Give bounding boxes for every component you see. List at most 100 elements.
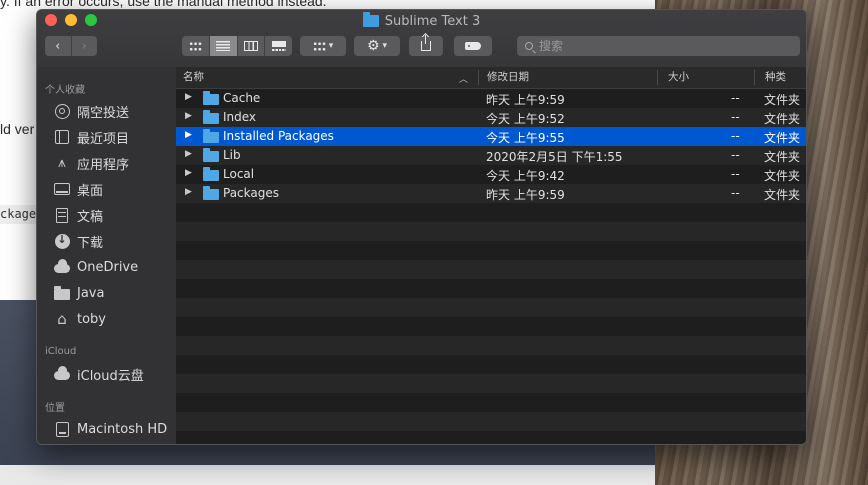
disclosure-triangle-icon[interactable]: ▶ bbox=[185, 130, 192, 140]
folder-icon bbox=[203, 110, 219, 124]
table-row[interactable]: ▶ Cache 昨天 上午9:59 -- 文件夹 bbox=[176, 89, 806, 108]
column-divider[interactable] bbox=[754, 70, 755, 85]
table-row[interactable]: ▶ Packages 昨天 上午9:59 -- 文件夹 bbox=[176, 184, 806, 203]
sidebar-item-onedrive[interactable]: OneDrive bbox=[53, 256, 173, 278]
sidebar-item-airdrop[interactable]: 隔空投送 bbox=[53, 100, 173, 122]
recents-icon bbox=[55, 130, 69, 144]
gallery-view-button[interactable] bbox=[264, 36, 292, 56]
column-divider[interactable] bbox=[657, 70, 658, 85]
sidebar-item-java[interactable]: Java bbox=[53, 282, 173, 304]
tags-button[interactable] bbox=[454, 36, 492, 56]
empty-row bbox=[176, 241, 806, 260]
column-divider[interactable] bbox=[478, 70, 479, 85]
file-modified: 2020年2月5日 下午1:55 bbox=[486, 150, 623, 164]
file-size: -- bbox=[731, 91, 740, 105]
table-row[interactable]: ▶ Lib 2020年2月5日 下午1:55 -- 文件夹 bbox=[176, 146, 806, 165]
file-name: Index bbox=[223, 110, 257, 124]
table-row[interactable]: ▶ Installed Packages 今天 上午9:55 -- 文件夹 bbox=[176, 127, 806, 146]
empty-row bbox=[176, 412, 806, 431]
chevron-down-icon: ▾ bbox=[328, 41, 334, 51]
sidebar-item-label: 桌面 bbox=[77, 183, 104, 199]
sidebar-item-home[interactable]: ⌂ toby bbox=[53, 308, 173, 330]
applications-icon: ⩚ bbox=[58, 155, 66, 171]
chevron-down-icon: ▾ bbox=[382, 41, 388, 51]
sidebar-item-recents[interactable]: 最近项目 bbox=[53, 126, 173, 148]
sidebar-item-label: OneDrive bbox=[77, 259, 139, 275]
desktop-icon bbox=[54, 183, 70, 195]
sidebar-item-applications[interactable]: ⩚ 应用程序 bbox=[53, 152, 173, 174]
forward-button[interactable]: › bbox=[70, 36, 98, 56]
file-size: -- bbox=[731, 148, 740, 162]
icon-view-button[interactable] bbox=[182, 36, 209, 56]
disclosure-triangle-icon[interactable]: ▶ bbox=[185, 149, 192, 159]
file-size: -- bbox=[731, 110, 740, 124]
network-icon bbox=[54, 443, 70, 444]
sidebar-section-locations: 位置 bbox=[45, 403, 65, 414]
list-view-button[interactable] bbox=[208, 36, 237, 56]
empty-row bbox=[176, 298, 806, 317]
folder-icon bbox=[203, 129, 219, 143]
disclosure-triangle-icon[interactable]: ▶ bbox=[185, 92, 192, 102]
documents-icon bbox=[56, 207, 68, 223]
file-kind: 文件夹 bbox=[764, 188, 801, 202]
sidebar-item-label: 网络 bbox=[77, 442, 103, 445]
file-kind: 文件夹 bbox=[764, 150, 801, 164]
disclosure-triangle-icon[interactable]: ▶ bbox=[185, 111, 192, 121]
column-view-icon bbox=[243, 41, 258, 51]
sidebar-item-macintosh-hd[interactable]: Macintosh HD bbox=[53, 418, 173, 440]
background-text-line: ld ver bbox=[0, 121, 35, 137]
tag-icon bbox=[465, 42, 481, 50]
sidebar-item-desktop[interactable]: 桌面 bbox=[53, 178, 173, 200]
share-button[interactable] bbox=[409, 35, 443, 56]
file-name: Cache bbox=[223, 91, 261, 105]
sidebar-item-label: iCloud云盘 bbox=[77, 368, 144, 384]
folder-icon bbox=[54, 285, 70, 300]
empty-row bbox=[176, 355, 806, 374]
folder-icon bbox=[203, 167, 219, 181]
empty-row bbox=[176, 336, 806, 355]
folder-icon bbox=[203, 91, 219, 105]
empty-row bbox=[176, 222, 806, 241]
file-name: Local bbox=[223, 167, 255, 181]
column-header-name[interactable]: 名称 bbox=[183, 67, 204, 88]
home-icon: ⌂ bbox=[57, 310, 67, 328]
file-list-area: 名称 ︿ 修改日期 大小 种类 ▶ Cache 昨天 上午9:59 -- 文件夹… bbox=[176, 67, 806, 444]
disclosure-triangle-icon[interactable]: ▶ bbox=[185, 168, 192, 178]
background-strip bbox=[0, 465, 655, 485]
column-header-kind[interactable]: 种类 bbox=[765, 67, 786, 88]
list-view-icon bbox=[216, 41, 231, 51]
table-row[interactable]: ▶ Index 今天 上午9:52 -- 文件夹 bbox=[176, 108, 806, 127]
sidebar-section-favorites: 个人收藏 bbox=[45, 85, 85, 96]
file-modified: 今天 上午9:42 bbox=[486, 169, 565, 183]
file-size: -- bbox=[731, 167, 740, 181]
file-name: Lib bbox=[223, 148, 241, 162]
sidebar-item-network[interactable]: 网络 bbox=[53, 440, 173, 444]
empty-row bbox=[176, 431, 806, 444]
search-field[interactable] bbox=[517, 36, 800, 56]
sidebar-item-label: Java bbox=[77, 285, 105, 301]
disclosure-triangle-icon[interactable]: ▶ bbox=[185, 187, 192, 197]
sidebar-item-icloud-drive[interactable]: iCloud云盘 bbox=[53, 363, 173, 385]
sidebar-item-label: 下载 bbox=[77, 235, 104, 251]
action-menu-button[interactable]: ⚙ ▾ bbox=[354, 36, 400, 56]
search-input[interactable] bbox=[539, 39, 779, 53]
back-button[interactable]: ‹ bbox=[45, 36, 71, 56]
airdrop-icon bbox=[54, 103, 70, 119]
empty-row bbox=[176, 317, 806, 336]
column-header-modified[interactable]: 修改日期 bbox=[487, 67, 529, 88]
sidebar-item-label: Macintosh HD bbox=[77, 421, 168, 437]
column-header-bar: 名称 ︿ 修改日期 大小 种类 bbox=[176, 67, 806, 89]
sidebar-item-documents[interactable]: 文稿 bbox=[53, 204, 173, 226]
sidebar-item-downloads[interactable]: 下载 bbox=[53, 230, 173, 252]
sidebar-item-label: toby bbox=[77, 311, 106, 327]
sidebar-item-label: 文稿 bbox=[77, 209, 104, 225]
file-size: -- bbox=[731, 129, 740, 143]
table-row[interactable]: ▶ Local 今天 上午9:42 -- 文件夹 bbox=[176, 165, 806, 184]
column-header-size[interactable]: 大小 bbox=[668, 67, 689, 88]
empty-row bbox=[176, 374, 806, 393]
group-by-button[interactable]: ▾ bbox=[300, 36, 346, 56]
file-kind: 文件夹 bbox=[764, 112, 801, 126]
file-kind: 文件夹 bbox=[764, 93, 801, 107]
search-icon bbox=[525, 42, 533, 50]
column-view-button[interactable] bbox=[236, 36, 265, 56]
